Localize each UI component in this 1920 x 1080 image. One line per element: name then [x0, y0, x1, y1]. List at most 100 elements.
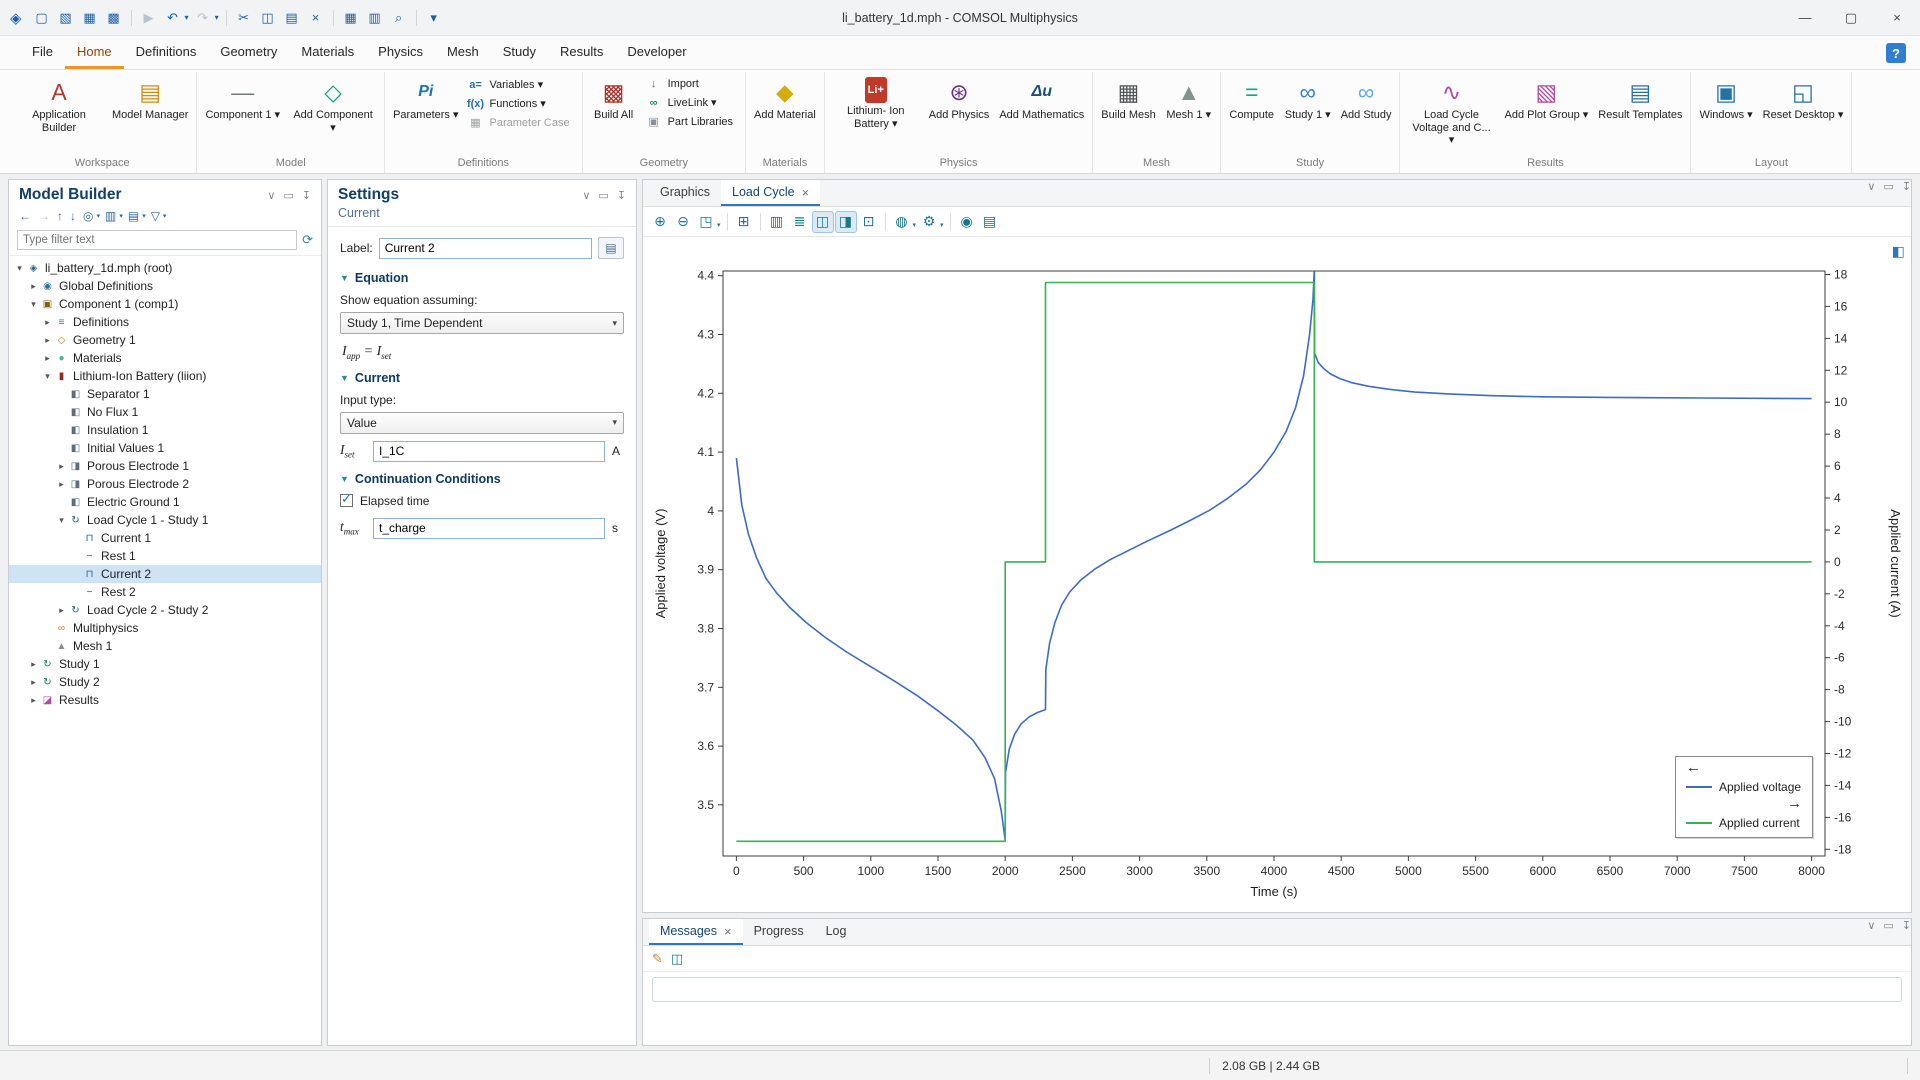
- menu-tab-home[interactable]: Home: [65, 36, 124, 69]
- plot-settings-icon[interactable]: ⚙: [918, 211, 940, 233]
- pin-icon[interactable]: ↧: [302, 189, 311, 202]
- ribbon-part-libraries-button[interactable]: ▣Part Libraries: [643, 113, 741, 130]
- undo-caret-icon[interactable]: ▾: [185, 13, 189, 22]
- float-icon[interactable]: ▭: [283, 189, 293, 202]
- pin-icon[interactable]: ↧: [617, 189, 626, 202]
- ribbon-add-study-button[interactable]: ∞Add Study: [1337, 72, 1396, 156]
- open-icon[interactable]: ▧: [55, 7, 77, 29]
- pin-icon[interactable]: ↧: [1902, 180, 1911, 206]
- zoom-extents-icon[interactable]: ◳: [695, 211, 717, 233]
- tree-node-definitions[interactable]: ▸≡Definitions: [9, 313, 321, 331]
- expand-arrow-icon[interactable]: ▸: [41, 353, 54, 364]
- ribbon-result-templates-button[interactable]: ▤Result Templates: [1594, 72, 1686, 156]
- expand-arrow-icon[interactable]: ▾: [55, 515, 68, 526]
- refresh-icon[interactable]: ⟳: [302, 232, 313, 248]
- ribbon-parameter-case-button[interactable]: ▦Parameter Case: [465, 114, 578, 131]
- back-icon[interactable]: ←: [17, 208, 33, 224]
- minimize-button[interactable]: —: [1782, 0, 1828, 36]
- tree-node-rest-2[interactable]: −Rest 2: [9, 583, 321, 601]
- menu-tab-results[interactable]: Results: [548, 36, 615, 69]
- image-export-icon[interactable]: ◍: [891, 211, 913, 233]
- new-file-icon[interactable]: ▢: [31, 7, 53, 29]
- ribbon-add-component-button[interactable]: ◇Add Component ▾: [286, 72, 380, 156]
- tree-node-no-flux-1[interactable]: ◧No Flux 1: [9, 403, 321, 421]
- menu-tab-physics[interactable]: Physics: [366, 36, 435, 69]
- insert-table-icon[interactable]: ▦: [340, 7, 362, 29]
- expand-arrow-icon[interactable]: ▾: [41, 371, 54, 382]
- expand-arrow-icon[interactable]: ▾: [13, 263, 26, 274]
- collapse-icon[interactable]: ∨: [267, 189, 275, 202]
- close-icon[interactable]: ×: [724, 924, 732, 939]
- expand-arrow-icon[interactable]: ▸: [55, 605, 68, 616]
- close-icon[interactable]: ×: [802, 185, 810, 200]
- model-tree-node-text-icon[interactable]: ▽: [149, 208, 162, 224]
- expand-arrow-icon[interactable]: ▾: [27, 299, 40, 310]
- tree-node-porous-electrode-1[interactable]: ▸◨Porous Electrode 1: [9, 457, 321, 475]
- print-icon[interactable]: ▤: [979, 211, 1001, 233]
- menu-tab-geometry[interactable]: Geometry: [208, 36, 289, 69]
- ribbon-build-mesh-button[interactable]: ▦Build Mesh: [1097, 72, 1159, 156]
- help-button[interactable]: ?: [1886, 43, 1906, 63]
- tree-node-insulation-1[interactable]: ◧Insulation 1: [9, 421, 321, 439]
- plot-settings-caret-icon[interactable]: ▾: [940, 221, 944, 229]
- ribbon-variables-button[interactable]: a=Variables ▾: [465, 76, 578, 93]
- ribbon-component-1-button[interactable]: —Component 1 ▾: [201, 72, 284, 156]
- zoom-extents-caret-icon[interactable]: ▾: [717, 221, 721, 229]
- plot-area[interactable]: 0500100015002000250030003500400045005000…: [643, 237, 1911, 912]
- iset-input[interactable]: [373, 441, 605, 462]
- tree-node-porous-electrode-2[interactable]: ▸◨Porous Electrode 2: [9, 475, 321, 493]
- collapse-all-icon[interactable]: ▥: [103, 208, 118, 224]
- input-type-select[interactable]: Value ▾: [340, 412, 624, 434]
- ribbon-lithium-ion-battery-button[interactable]: Li+Lithium- Ion Battery ▾: [829, 72, 923, 156]
- forward-icon[interactable]: →: [36, 208, 52, 224]
- tree-node-geometry-1[interactable]: ▸◇Geometry 1: [9, 331, 321, 349]
- table-icon[interactable]: ≣: [789, 211, 811, 233]
- expand-arrow-icon[interactable]: ▸: [27, 281, 40, 292]
- tree-node-lithium-ion-battery-liion[interactable]: ▾▮Lithium-Ion Battery (liion): [9, 367, 321, 385]
- expand-arrow-icon[interactable]: ▸: [27, 677, 40, 688]
- ribbon-reset-desktop-button[interactable]: ◱Reset Desktop ▾: [1759, 72, 1848, 156]
- lock-axes-icon[interactable]: ⊡: [858, 211, 880, 233]
- maximize-button[interactable]: ▢: [1828, 0, 1874, 36]
- run-icon[interactable]: ▶: [138, 7, 160, 29]
- tree-node-rest-1[interactable]: −Rest 1: [9, 547, 321, 565]
- undo-icon[interactable]: ↶: [162, 7, 184, 29]
- tmax-input[interactable]: [373, 518, 605, 539]
- current-section-header[interactable]: ▼ Current: [340, 371, 624, 385]
- collapse-all-caret-icon[interactable]: ▾: [119, 212, 123, 220]
- tree-node-electric-ground-1[interactable]: ◧Electric Ground 1: [9, 493, 321, 511]
- zoom-in-icon[interactable]: ⊕: [649, 211, 671, 233]
- window-layout-2-icon[interactable]: ◨: [835, 211, 857, 233]
- pin-icon[interactable]: ↧: [1902, 919, 1911, 945]
- ribbon-build-all-button[interactable]: ▩Build All: [587, 72, 641, 156]
- ribbon-add-plot-group-button[interactable]: ▧Add Plot Group ▾: [1500, 72, 1592, 156]
- snapshot-icon[interactable]: ◉: [956, 211, 978, 233]
- tree-node-current-2[interactable]: ⊓Current 2: [9, 565, 321, 583]
- tree-node-current-1[interactable]: ⊓Current 1: [9, 529, 321, 547]
- clear-icon[interactable]: ✎: [652, 951, 663, 967]
- tree-node-initial-values-1[interactable]: ◧Initial Values 1: [9, 439, 321, 457]
- customize-toolbar-icon[interactable]: ▾: [423, 7, 445, 29]
- menu-tab-file[interactable]: File: [20, 36, 65, 69]
- tree-node-load-cycle-2-study-2[interactable]: ▸↻Load Cycle 2 - Study 2: [9, 601, 321, 619]
- evaluate-icon[interactable]: ▥: [364, 7, 386, 29]
- ribbon-functions-button[interactable]: f(x)Functions ▾: [465, 95, 578, 112]
- menu-tab-developer[interactable]: Developer: [615, 36, 698, 69]
- show-equation-select[interactable]: Study 1, Time Dependent ▾: [340, 312, 624, 334]
- ribbon-application-builder-button[interactable]: AApplication Builder: [12, 72, 106, 156]
- delete-icon[interactable]: ×: [305, 7, 327, 29]
- expand-arrow-icon[interactable]: ▸: [55, 461, 68, 472]
- save-as-icon[interactable]: ▩: [103, 7, 125, 29]
- graphics-tab-load-cycle[interactable]: Load Cycle×: [721, 180, 820, 206]
- default-view-icon[interactable]: ⊞: [733, 211, 755, 233]
- messages-tab-messages[interactable]: Messages×: [649, 919, 743, 945]
- messages-tab-log[interactable]: Log: [815, 919, 858, 945]
- menu-tab-study[interactable]: Study: [491, 36, 548, 69]
- equation-section-header[interactable]: ▼ Equation: [340, 271, 624, 285]
- tree-node-study-2[interactable]: ▸↻Study 2: [9, 673, 321, 691]
- float-icon[interactable]: ▭: [1883, 919, 1893, 945]
- ribbon-load-cycle-voltage-plot-button[interactable]: ∿Load Cycle Voltage and C... ▾: [1404, 72, 1498, 156]
- expand-arrow-icon[interactable]: ▸: [27, 695, 40, 706]
- ribbon-windows-button[interactable]: ▣Windows ▾: [1695, 72, 1756, 156]
- ribbon-study-1-button[interactable]: ∞Study 1 ▾: [1281, 72, 1335, 156]
